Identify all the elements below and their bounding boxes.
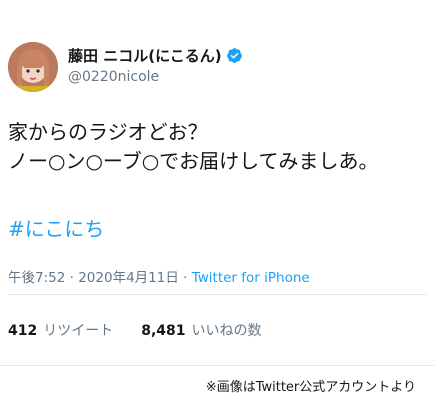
display-name[interactable]: 藤田 ニコル(にこるん) [68,45,243,66]
tweet-meta: 午後7:52 · 2020年4月11日 · Twitter for iPhone [8,266,310,286]
hashtag-link[interactable]: #にこにち [8,217,104,241]
likes-count: 8,481 [141,323,186,339]
verified-badge-icon [226,48,242,63]
tweet-card: 藤田 ニコル(にこるん) @0220nicole 家からのラジオどお？ ノー○ン… [0,0,434,366]
meta-separator-2: · [183,270,188,286]
image-caption: ※画像はTwitter公式アカウントより [205,380,416,395]
likes-label: いいねの数 [191,323,262,339]
retweets-label: リツイート [43,323,114,339]
divider [8,294,426,295]
tweet-source-link[interactable]: Twitter for iPhone [192,270,310,286]
retweets-count: 412 [8,323,38,339]
tweet-text-line-1: 家からのラジオどお？ [8,120,208,144]
tweet-date[interactable]: 2020年4月11日 [78,270,179,286]
likes-stat[interactable]: 8,481 いいねの数 [141,323,261,339]
display-name-text[interactable]: 藤田 ニコル(にこるん) [68,47,222,65]
handle[interactable]: @0220nicole [68,69,159,85]
tweet-time[interactable]: 午後7:52 [8,270,65,286]
meta-separator: · [69,270,74,286]
tweet-text-line-2: ノー○ン○ーブ○でお届けしてみましあ。 [8,149,379,173]
avatar[interactable] [8,42,58,92]
tweet-stats: 412 リツイート 8,481 いいねの数 [8,320,262,340]
retweets-stat[interactable]: 412 リツイート [8,323,113,339]
